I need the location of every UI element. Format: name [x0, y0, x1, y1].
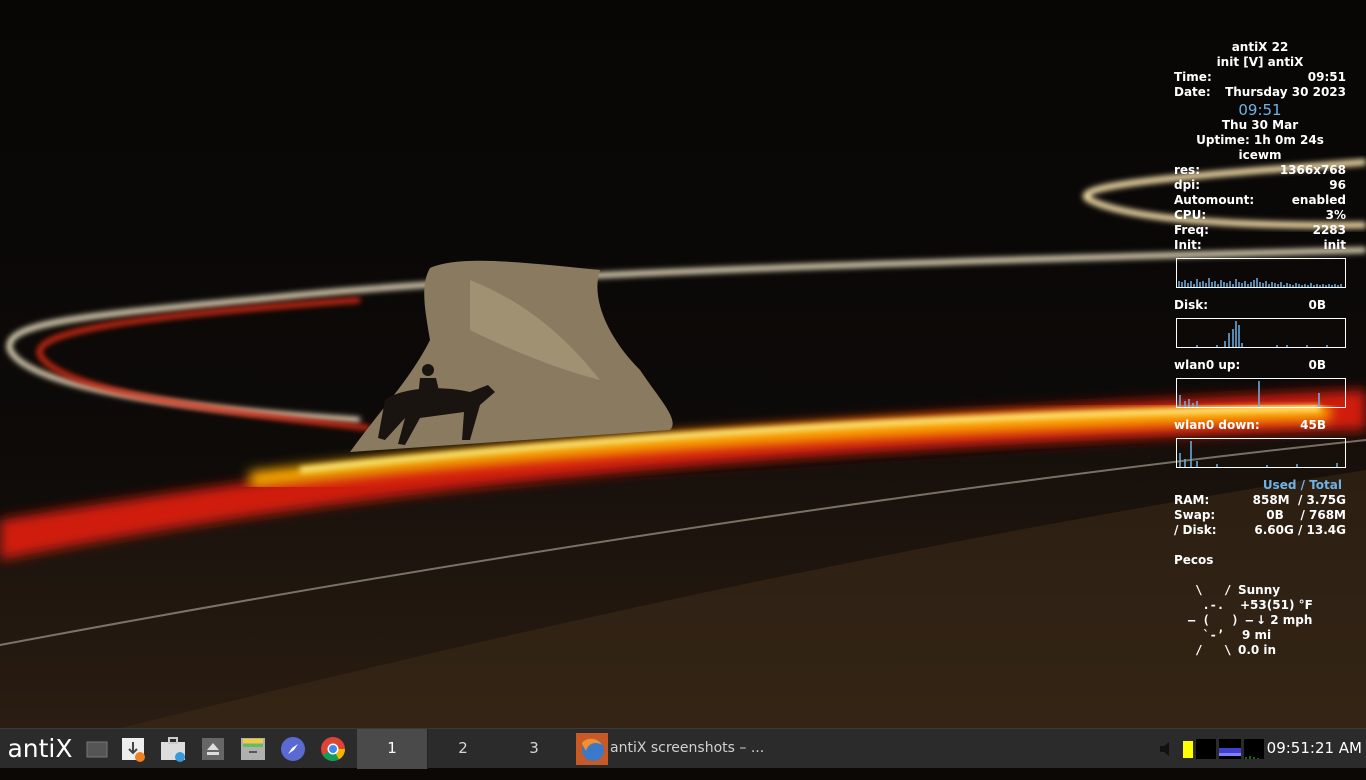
used-total-separator: / [1300, 478, 1306, 492]
swap-row: Swap: 0B / 768M [1174, 508, 1346, 523]
wlan-down-row: wlan0 down: 45B [1174, 418, 1346, 433]
uptime: Uptime: 1h 0m 24s [1196, 133, 1324, 147]
freq-value: 2283 [1312, 223, 1346, 237]
show-desktop-icon[interactable] [84, 736, 110, 762]
cpu-graph-plot [1178, 278, 1342, 287]
root-disk-value: 6.60G / 13.4G [1254, 523, 1346, 537]
wlan-up-graph-plot [1179, 381, 1320, 407]
weather-temperature: +53(51) °F [1240, 598, 1313, 612]
time-label: Time: [1174, 70, 1212, 84]
download-icon[interactable] [120, 736, 146, 762]
disk-row: Disk: 0B [1174, 298, 1346, 313]
init-system: init [V] antiX [1216, 55, 1304, 69]
file-manager-icon[interactable] [240, 736, 266, 762]
res-value: 1366x768 [1279, 163, 1346, 177]
disk-value: 0B [1308, 298, 1327, 312]
ram-value: 858M / 3.75G [1252, 493, 1346, 507]
cpu-value: 3% [1325, 208, 1346, 222]
ram-row: RAM: 858M / 3.75G [1174, 493, 1346, 508]
volume-icon[interactable] [1158, 739, 1176, 759]
automount-value: enabled [1291, 193, 1346, 207]
wlan-down-graph-plot [1179, 441, 1338, 467]
total-header: Total [1309, 478, 1342, 492]
chrome-icon[interactable] [320, 736, 346, 762]
dpi-value: 96 [1329, 178, 1346, 192]
disk-graph-plot [1196, 321, 1328, 347]
workspace-3-button[interactable]: 3 [499, 729, 569, 769]
weather-art: `-’ [1188, 628, 1246, 642]
disk-graph [1176, 318, 1346, 348]
weather-art: .-. [1188, 598, 1246, 612]
wlan-up-label: wlan0 up: [1174, 358, 1241, 372]
battery-icon[interactable] [1182, 739, 1194, 759]
weather-row: .-. +53(51) °F [1174, 598, 1346, 613]
dpi-label: dpi: [1174, 178, 1201, 192]
init-row: Init: init [1174, 238, 1346, 253]
wlan-down-label: wlan0 down: [1174, 418, 1260, 432]
wlan-up-value: 0B [1308, 358, 1327, 372]
weather-row: `-’ 9 mi [1174, 628, 1346, 643]
package-installer-icon[interactable] [160, 736, 186, 762]
wlan-down-graph [1176, 438, 1346, 468]
freq-label: Freq: [1174, 223, 1209, 237]
init-label: Init: [1174, 238, 1202, 252]
freq-row: Freq: 2283 [1174, 223, 1346, 238]
workspace-1-button[interactable]: 1 [357, 729, 428, 769]
automount-row: Automount: enabled [1174, 193, 1346, 208]
weather-wind: ↓ 2 mph [1256, 613, 1313, 627]
init-value: init [1323, 238, 1346, 252]
used-header: Used [1262, 478, 1297, 492]
firefox-icon [576, 733, 608, 765]
taskbar: antiX 1 2 3 antiX screenshots – ... 09:5… [0, 728, 1366, 769]
weather-row: \ / Sunny [1174, 583, 1346, 598]
weather-art: ― ( ) ― [1188, 613, 1254, 627]
weather-condition: Sunny [1238, 583, 1281, 597]
memory-monitor-icon[interactable] [1219, 739, 1241, 759]
taskbar-clock[interactable]: 09:51:21 AM [1267, 729, 1362, 767]
eject-icon[interactable] [200, 736, 226, 762]
disk-label: Disk: [1174, 298, 1208, 312]
swap-label: Swap: [1174, 508, 1216, 522]
wlan-down-value: 45B [1300, 418, 1326, 432]
os-name: antiX 22 [1231, 40, 1289, 54]
cpu-label: CPU: [1174, 208, 1207, 222]
big-clock: 09:51 [1238, 101, 1282, 119]
time-value: 09:51 [1307, 70, 1346, 84]
weather-row: ― ( ) ― ↓ 2 mph [1174, 613, 1346, 628]
automount-label: Automount: [1174, 193, 1255, 207]
browser-compass-icon[interactable] [280, 736, 306, 762]
ram-label: RAM: [1174, 493, 1210, 507]
weather-location: Pecos [1174, 553, 1214, 567]
date-label: Date: [1174, 85, 1211, 99]
root-disk-row: / Disk: 6.60G / 13.4G [1174, 523, 1346, 538]
wlan-up-row: wlan0 up: 0B [1174, 358, 1346, 373]
weather-precipitation: 0.0 in [1238, 643, 1277, 657]
swap-value: 0B / 768M [1266, 508, 1346, 522]
date-value: Thursday 30 2023 [1225, 85, 1346, 99]
res-label: res: [1174, 163, 1200, 177]
short-date: Thu 30 Mar [1221, 118, 1299, 132]
start-menu-button[interactable]: antiX [4, 731, 76, 767]
task-title: antiX screenshots – ... [610, 740, 765, 756]
dpi-row: dpi: 96 [1174, 178, 1346, 193]
time-row: Time: 09:51 [1174, 70, 1346, 85]
window-manager: icewm [1238, 148, 1282, 162]
cpu-monitor-icon[interactable] [1244, 739, 1264, 759]
root-disk-label: / Disk: [1174, 523, 1217, 537]
resolution-row: res: 1366x768 [1174, 163, 1346, 178]
wlan-up-graph [1176, 378, 1346, 408]
network-monitor-icon[interactable] [1196, 739, 1216, 759]
weather-row: / \ 0.0 in [1174, 643, 1346, 658]
cpu-row: CPU: 3% [1174, 208, 1346, 223]
cpu-graph [1176, 258, 1346, 288]
task-button-firefox[interactable]: antiX screenshots – ... [574, 729, 794, 769]
weather-visibility: 9 mi [1242, 628, 1272, 642]
desktop-wallpaper [0, 0, 1366, 728]
workspace-2-button[interactable]: 2 [428, 729, 498, 769]
date-row: Date: Thursday 30 2023 [1174, 85, 1346, 100]
used-total-header: Used / Total [1174, 478, 1346, 493]
